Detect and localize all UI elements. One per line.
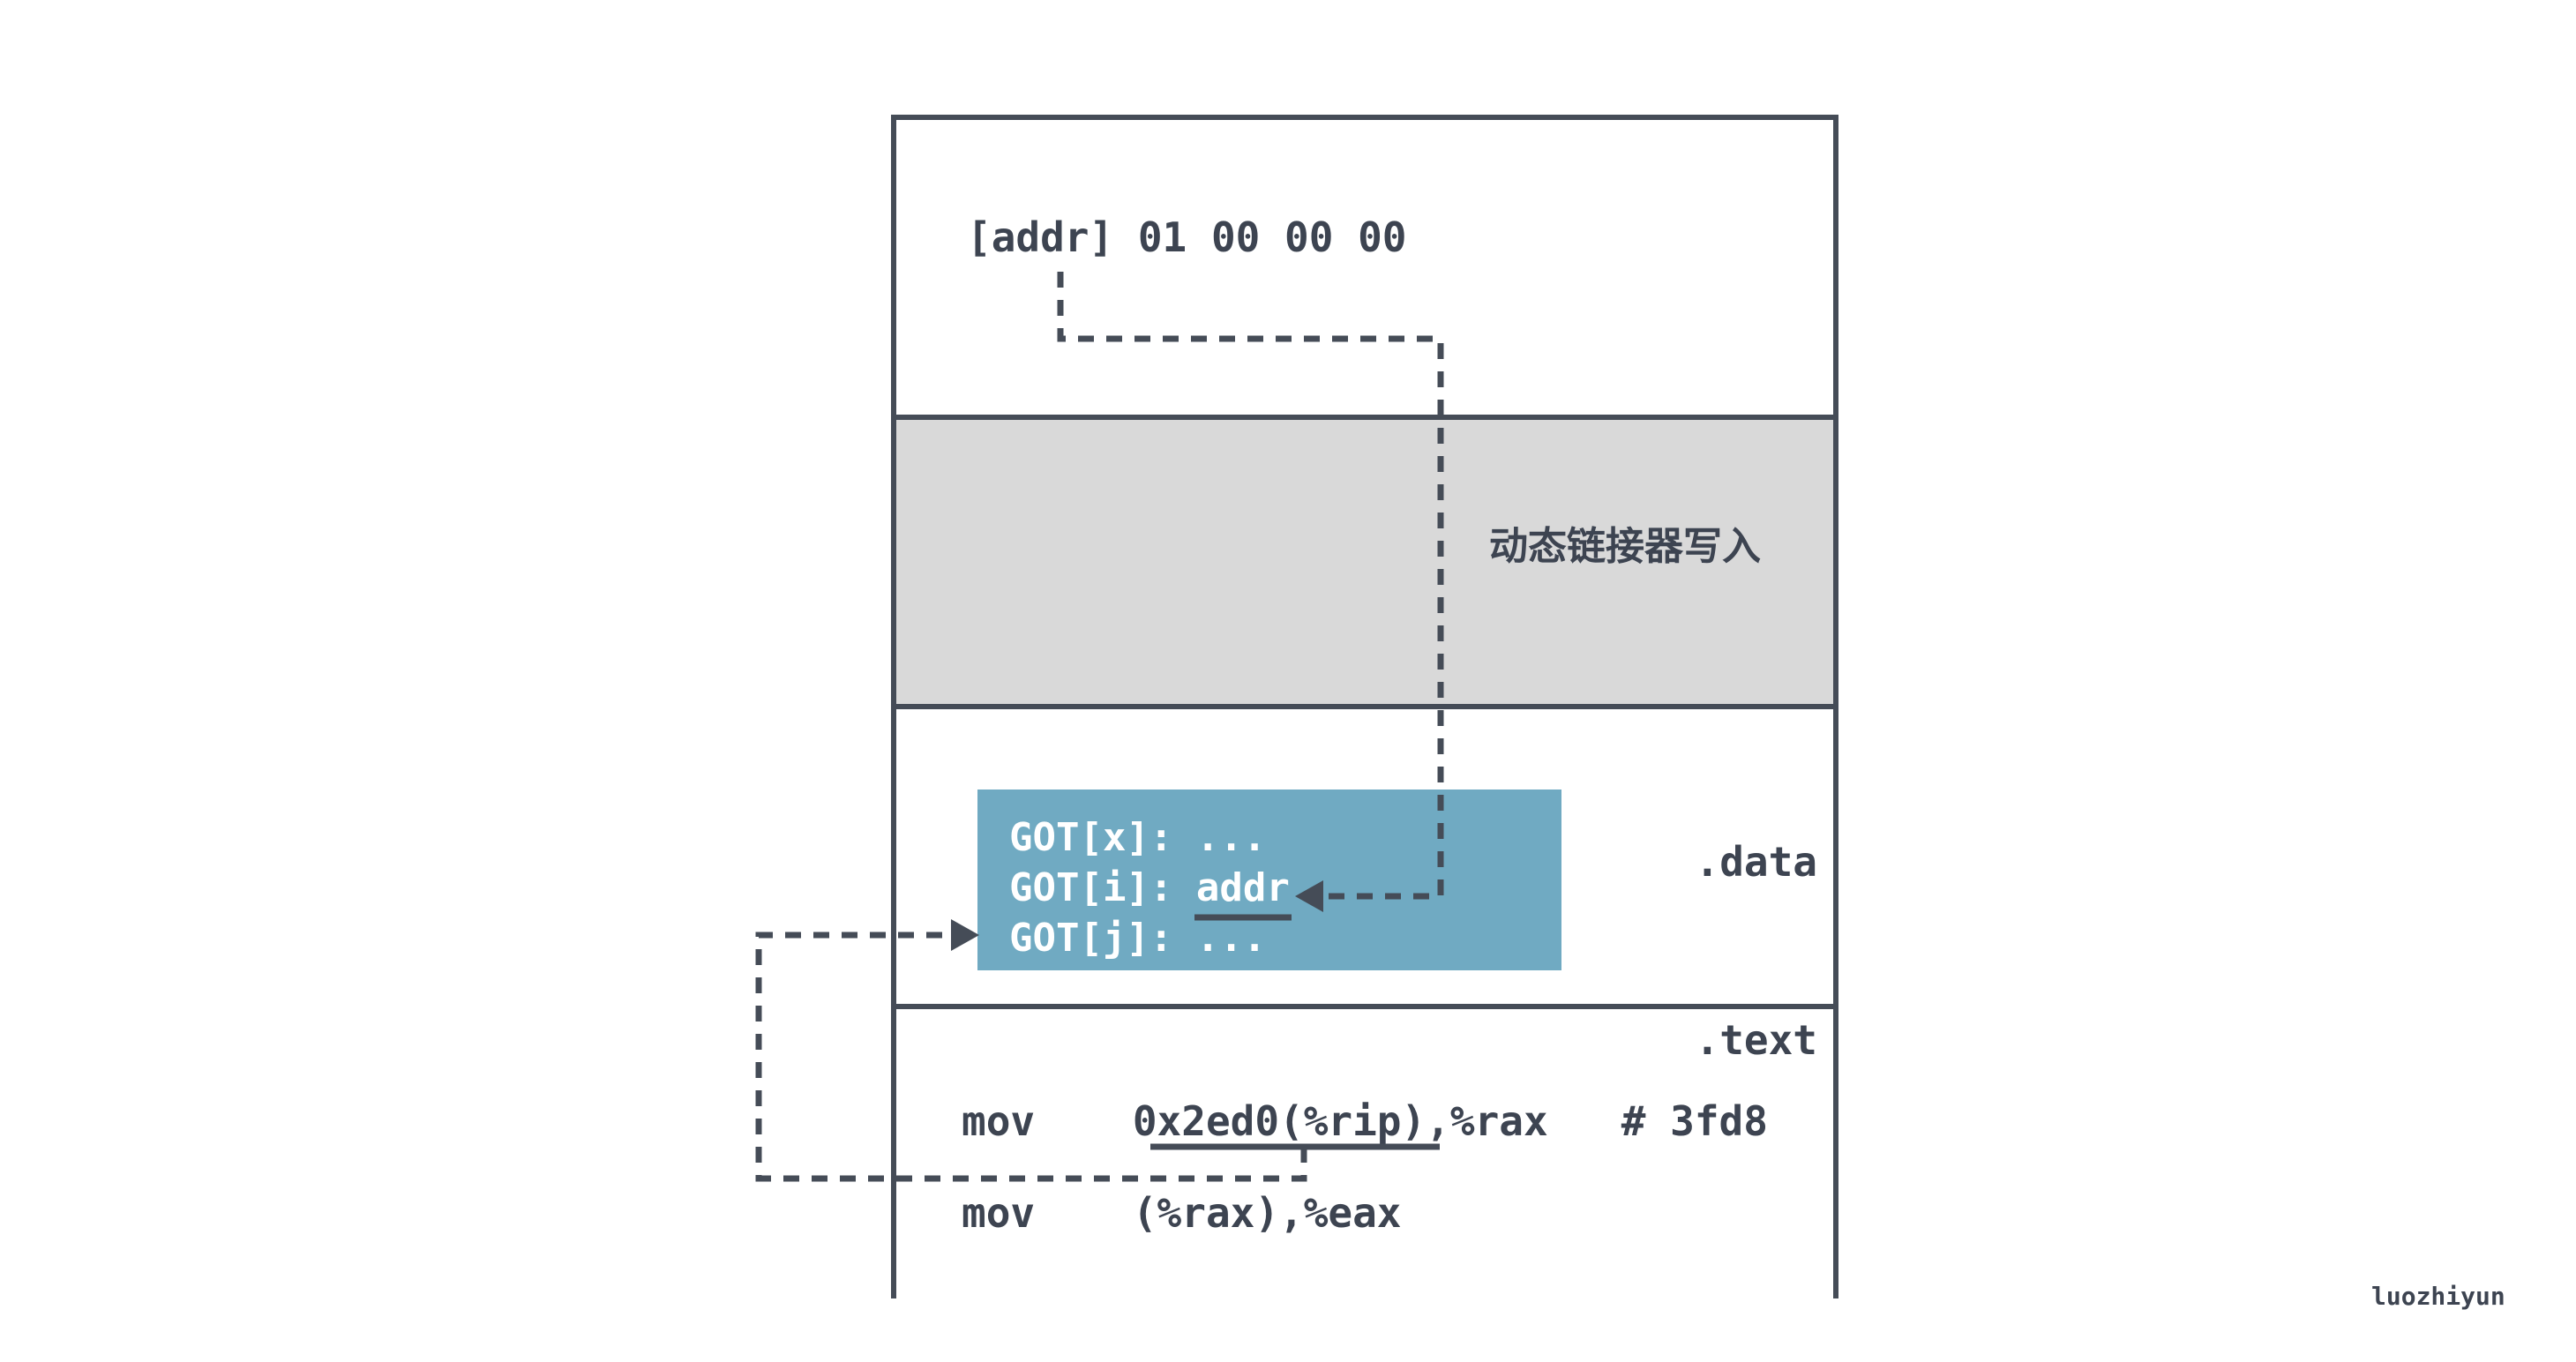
text-section-label: .text bbox=[1695, 1016, 1817, 1064]
got-entry-x: GOT[x]: ... bbox=[1009, 815, 1267, 860]
data-section-label: .data bbox=[1695, 838, 1817, 886]
got-entry-j: GOT[j]: ... bbox=[1009, 916, 1267, 961]
text-instruction-1: mov 0x2ed0(%rip),%rax # 3fd8 bbox=[962, 1097, 1768, 1145]
text-section: .text bbox=[896, 1004, 1833, 1298]
watermark: luozhiyun bbox=[2371, 1282, 2505, 1311]
addr-bytes-text: [addr] 01 00 00 00 bbox=[967, 213, 1407, 261]
dynamic-linker-write-label: 动态链接器写入 bbox=[1489, 524, 1761, 569]
text-instruction-2: mov (%rax),%eax bbox=[962, 1189, 1402, 1237]
got-table: GOT[x]: ... GOT[i]: addr GOT[j]: ... bbox=[977, 790, 1561, 970]
top-section bbox=[896, 120, 1833, 415]
got-entry-i: GOT[i]: addr bbox=[1009, 865, 1290, 910]
